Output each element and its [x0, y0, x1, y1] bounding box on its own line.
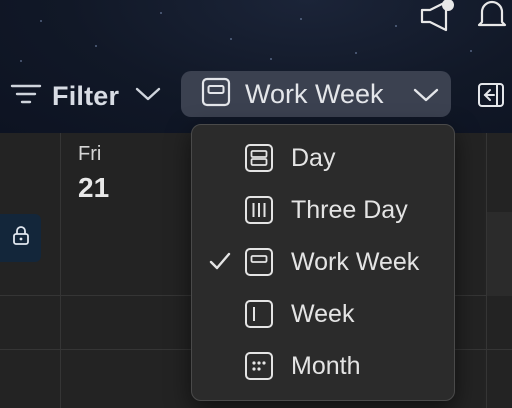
menu-item-week[interactable]: Week	[192, 292, 454, 336]
day-view-icon	[244, 143, 274, 178]
star-dot	[300, 18, 302, 20]
work-week-view-icon	[244, 247, 274, 282]
menu-item-three-day[interactable]: Three Day	[192, 188, 454, 232]
menu-item-month[interactable]: Month	[192, 344, 454, 388]
chevron-down-icon	[135, 86, 161, 107]
menu-item-label: Work Week	[291, 247, 420, 276]
star-dot	[270, 58, 272, 60]
side-column	[487, 212, 512, 296]
collapse-pane-icon[interactable]	[477, 82, 505, 113]
day-name: Fri	[78, 143, 102, 165]
lock-button[interactable]	[0, 214, 41, 262]
star-dot	[160, 12, 162, 14]
view-menu: Day Three Day Work Week Week Month	[191, 124, 455, 401]
star-dot	[395, 25, 397, 27]
chevron-down-icon	[413, 82, 439, 111]
three-day-view-icon	[244, 195, 274, 230]
menu-item-label: Day	[291, 143, 336, 172]
star-dot	[40, 20, 42, 22]
menu-item-day[interactable]: Day	[192, 136, 454, 180]
bell-icon[interactable]	[476, 0, 508, 35]
lock-icon	[12, 225, 30, 251]
work-week-view-icon	[201, 77, 231, 112]
star-dot	[230, 38, 232, 40]
view-switcher-button[interactable]: Work Week	[181, 71, 451, 117]
menu-item-label: Month	[291, 351, 361, 380]
star-dot	[470, 50, 472, 52]
checkmark-icon	[208, 250, 232, 277]
star-dot	[95, 45, 97, 47]
grid-divider	[60, 133, 61, 408]
day-number: 21	[78, 172, 110, 203]
view-label: Work Week	[245, 78, 384, 109]
filter-label: Filter	[52, 80, 120, 111]
menu-item-label: Week	[291, 299, 355, 328]
month-view-icon	[244, 351, 274, 386]
megaphone-icon[interactable]	[418, 0, 458, 37]
top-header: Filter Work Week	[0, 0, 512, 133]
filter-button[interactable]: Filter	[10, 78, 161, 114]
menu-item-work-week[interactable]: Work Week	[192, 240, 454, 284]
menu-item-label: Three Day	[291, 195, 408, 224]
star-dot	[355, 52, 357, 54]
star-dot	[20, 60, 22, 62]
week-view-icon	[244, 299, 274, 334]
filter-lines-icon	[10, 82, 42, 111]
